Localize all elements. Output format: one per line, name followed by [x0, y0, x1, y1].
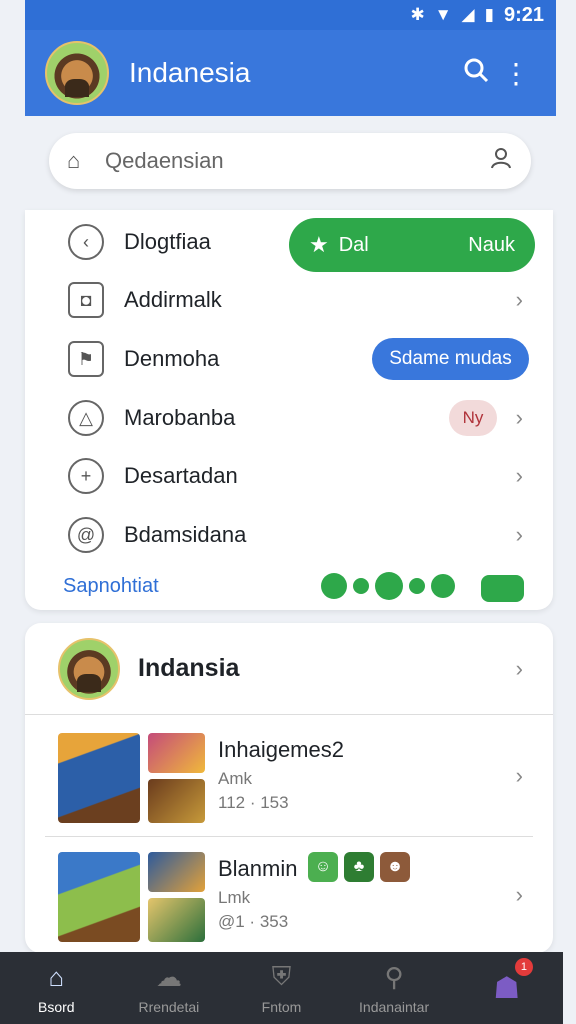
nav-label: Indanaintar [359, 998, 430, 1015]
menu-item-6[interactable]: @ Bdamsidana › [25, 506, 553, 564]
dot-icon [431, 574, 455, 598]
character-icon: ☻ [380, 852, 410, 882]
game-meta: 112 · 153 [218, 793, 289, 812]
toggle-switch[interactable] [481, 575, 524, 602]
nav-chat[interactable]: ☁ Rrendetai [113, 952, 226, 1024]
user-icon[interactable] [489, 146, 513, 176]
pill-left-label: Dal [338, 233, 369, 256]
nav-label: Rrendetai [138, 998, 200, 1015]
game-title: Inhaigemes2 [218, 737, 344, 762]
game-thumb-image [148, 852, 205, 892]
bottom-nav: ⌂ Bsord ☁ Rrendetai ⛨ Fntom ⚲ Indanainta… [0, 952, 563, 1024]
signal-icon: ◢ [461, 5, 475, 24]
battery-icon: ▮ [484, 5, 494, 24]
home-icon: ⌂ [67, 148, 81, 173]
page-title: Indanesia [129, 57, 251, 88]
profile-name: Indansia [138, 654, 240, 682]
triangle-icon: △ [68, 400, 104, 436]
page-dots [321, 572, 455, 600]
leaf-icon: ♣ [344, 852, 374, 882]
home-icon: ⌂ [48, 961, 65, 992]
menu-item-4[interactable]: △ Marobanba Ny › [25, 389, 553, 447]
menu-item-5[interactable]: + Desartadan › [25, 447, 553, 505]
avatar [58, 637, 120, 700]
menu-item-1[interactable]: ‹ Dlogtfiaa ★ Dal Nauk [25, 213, 553, 272]
chevron-right-icon: › [515, 763, 523, 788]
nav-search[interactable]: ⚲ Indanaintar [338, 952, 451, 1024]
notification-badge: 1 [514, 958, 533, 976]
divider [45, 836, 533, 837]
game-subtitle: Lmk [218, 888, 251, 907]
bluetooth-icon: ✱ [410, 5, 425, 24]
menu-item-label: Bdamsidana [124, 522, 247, 547]
plus-circle-icon: + [68, 458, 104, 494]
status-time: 9:21 [503, 3, 544, 26]
dot-icon [375, 572, 403, 600]
game-thumb-image [148, 733, 205, 773]
nav-profile[interactable]: ☗ 1 [450, 952, 563, 1024]
nav-shield[interactable]: ⛨ Fntom [225, 952, 338, 1024]
chevron-right-icon: › [515, 287, 523, 312]
shield-icon: ⛨ [271, 961, 292, 991]
nav-label: Bsord [38, 998, 75, 1015]
menu-item-label: Addirmalk [124, 287, 222, 312]
flag-icon: ⚑ [68, 341, 104, 377]
monster-icon: ☗ [493, 971, 521, 1005]
dot-icon [353, 578, 369, 594]
game-thumb-image [148, 779, 205, 823]
game-cover-image [58, 852, 140, 942]
game-thumb-image [148, 898, 205, 942]
menu-item-3[interactable]: ⚑ Denmoha Sdame mudas [25, 330, 553, 388]
smile-icon: ☺ [308, 852, 338, 882]
nav-home[interactable]: ⌂ Bsord [0, 952, 113, 1024]
green-action-pill[interactable]: ★ Dal Nauk [289, 218, 535, 272]
at-icon: @ [68, 517, 104, 553]
menu-item-label: Desartadan [124, 463, 238, 488]
chevron-right-icon: › [515, 655, 523, 681]
game-title: Blanmin [218, 856, 298, 881]
chevron-right-icon: › [515, 405, 523, 430]
menu-item-2[interactable]: ◘ Addirmalk › [25, 271, 553, 329]
dot-icon [321, 573, 347, 599]
search-bar[interactable]: ⌂ Qedaensian [49, 133, 531, 189]
more-vert-icon[interactable]: ⋮ [496, 57, 536, 90]
wifi-icon: ▼ [434, 5, 452, 24]
dot-icon [409, 578, 425, 594]
chevron-right-icon: › [515, 522, 523, 547]
avatar[interactable] [45, 41, 109, 105]
mini-icons: ☺ ♣ ☻ [308, 852, 410, 882]
search-input[interactable]: Qedaensian [105, 148, 489, 174]
chat-icon: ☁ [155, 961, 182, 992]
game-subtitle: Amk [218, 769, 252, 788]
nav-label: Fntom [261, 999, 302, 1015]
search-icon: ⚲ [384, 961, 404, 992]
chevron-right-icon: › [515, 882, 523, 907]
game-cover-image [58, 733, 140, 823]
back-circle-icon: ‹ [68, 224, 104, 260]
status-badge: Ny [449, 400, 497, 436]
app-bar: Indanesia ⋮ [25, 30, 556, 116]
game-meta: @1 · 353 [218, 912, 289, 931]
footer-link[interactable]: Sapnohtiat [63, 575, 159, 598]
pill-right-label: Nauk [468, 233, 515, 256]
profile-card: Indansia › Inhaigemes2 Amk 112 · 153 › B… [25, 623, 553, 953]
game-row[interactable]: Blanmin ☺ ♣ ☻ Lmk @1 · 353 › [58, 852, 538, 962]
blue-action-pill[interactable]: Sdame mudas [372, 338, 529, 380]
chevron-right-icon: › [515, 463, 523, 488]
star-icon: ★ [309, 232, 329, 257]
search-icon[interactable] [456, 57, 496, 90]
game-row[interactable]: Inhaigemes2 Amk 112 · 153 › [58, 733, 538, 843]
status-bar: ✱ ▼ ◢ ▮ 9:21 [25, 0, 556, 30]
camera-icon: ◘ [68, 282, 104, 318]
menu-card: ‹ Dlogtfiaa ★ Dal Nauk ◘ Addirmalk › ⚑ D… [25, 210, 553, 610]
profile-header[interactable]: Indansia › [25, 623, 553, 715]
